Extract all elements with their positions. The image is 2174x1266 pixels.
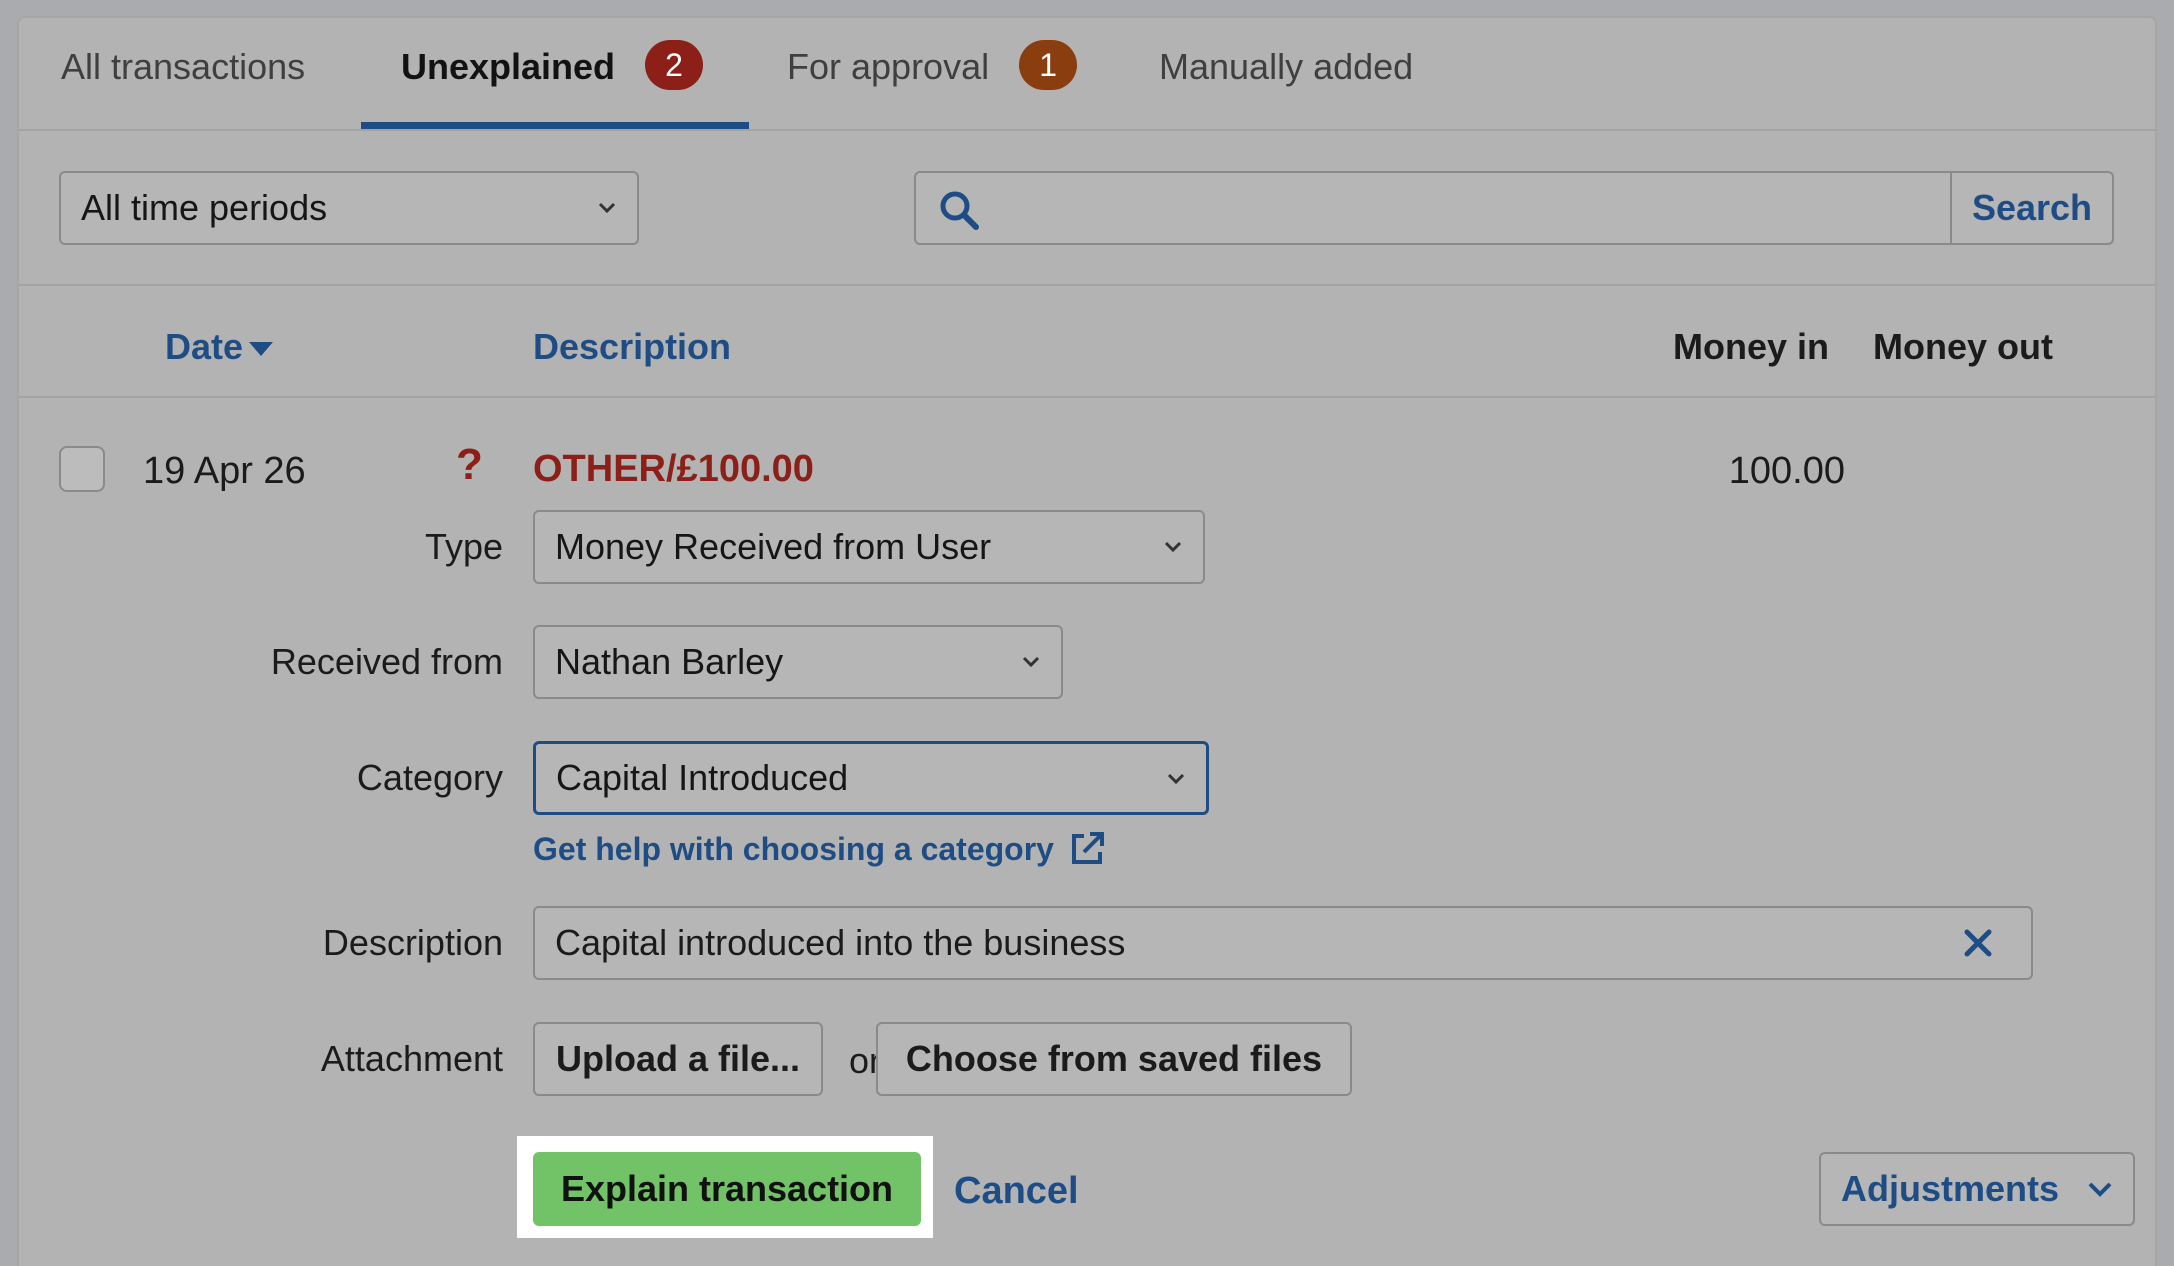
count-badge: 1 bbox=[1019, 40, 1078, 90]
sort-down-icon bbox=[249, 342, 274, 357]
transaction-money-in: 100.00 bbox=[1728, 450, 1845, 492]
time-period-value: All time periods bbox=[81, 187, 328, 228]
filter-row: All time periods Search bbox=[19, 131, 2155, 286]
table-header: Date Description Money in Money out bbox=[19, 286, 2155, 398]
time-period-select[interactable]: All time periods bbox=[59, 171, 639, 245]
chevron-down-icon bbox=[598, 202, 616, 214]
row-checkbox[interactable] bbox=[59, 446, 105, 492]
search-input[interactable] bbox=[996, 173, 1936, 243]
tab-manually-added[interactable]: Manually added bbox=[1159, 46, 1413, 131]
received-from-value: Nathan Barley bbox=[555, 641, 784, 682]
unexplained-status-icon: ? bbox=[456, 440, 483, 489]
description-input[interactable]: Capital introduced into the business bbox=[533, 906, 2033, 980]
date-column-header[interactable]: Date bbox=[165, 326, 274, 368]
tab-label: Unexplained bbox=[401, 46, 616, 87]
money-in-column-header: Money in bbox=[1673, 326, 1830, 367]
clear-icon[interactable] bbox=[1963, 928, 1993, 958]
chevron-down-icon bbox=[1164, 541, 1182, 553]
external-link-icon bbox=[1071, 832, 1104, 864]
transaction-date: 19 Apr 26 bbox=[143, 450, 306, 492]
search-box: Search bbox=[914, 171, 2114, 245]
description-label: Description bbox=[322, 922, 503, 963]
money-out-column-header: Money out bbox=[1873, 326, 2053, 367]
adjustments-button[interactable]: Adjustments bbox=[1819, 1152, 2135, 1226]
attachment-label: Attachment bbox=[320, 1038, 503, 1079]
received-from-label: Received from bbox=[270, 641, 503, 682]
transaction-description: OTHER/£100.00 bbox=[533, 448, 814, 490]
category-help-text: Get help with choosing a category bbox=[533, 830, 1054, 867]
category-select[interactable]: Capital Introduced bbox=[533, 741, 1209, 815]
chevron-down-icon bbox=[1167, 773, 1185, 785]
description-column-header[interactable]: Description bbox=[533, 326, 731, 368]
category-label: Category bbox=[356, 757, 503, 798]
cancel-link[interactable]: Cancel bbox=[954, 1170, 1079, 1213]
adjustments-label: Adjustments bbox=[1841, 1168, 2060, 1209]
tab-label: All transactions bbox=[61, 46, 306, 87]
chevron-down-icon bbox=[2088, 1182, 2112, 1197]
category-help-link[interactable]: Get help with choosing a category bbox=[533, 830, 1106, 868]
transactions-panel: All transactions Unexplained 2 For appro… bbox=[17, 16, 2157, 1266]
tab-all-transactions[interactable]: All transactions bbox=[61, 46, 305, 131]
type-label: Type bbox=[424, 526, 503, 567]
tab-bar: All transactions Unexplained 2 For appro… bbox=[19, 18, 2155, 131]
received-from-select[interactable]: Nathan Barley bbox=[533, 625, 1063, 699]
chevron-down-icon bbox=[1022, 656, 1040, 668]
search-icon bbox=[940, 191, 979, 230]
description-value: Capital introduced into the business bbox=[555, 922, 1126, 963]
date-header-label: Date bbox=[165, 326, 244, 367]
type-select[interactable]: Money Received from User bbox=[533, 510, 1205, 584]
upload-file-button[interactable]: Upload a file... bbox=[533, 1022, 823, 1096]
explain-transaction-button[interactable]: Explain transaction bbox=[533, 1152, 921, 1226]
count-badge: 2 bbox=[645, 40, 704, 90]
tab-unexplained[interactable]: Unexplained 2 bbox=[401, 40, 704, 131]
tab-label: Manually added bbox=[1159, 46, 1414, 87]
category-value: Capital Introduced bbox=[556, 757, 849, 798]
tab-for-approval[interactable]: For approval 1 bbox=[787, 40, 1078, 131]
type-value: Money Received from User bbox=[555, 526, 992, 567]
tab-label: For approval bbox=[787, 46, 990, 87]
active-tab-indicator bbox=[361, 122, 749, 129]
search-button[interactable]: Search bbox=[1950, 173, 2112, 243]
choose-saved-files-button[interactable]: Choose from saved files bbox=[876, 1022, 1352, 1096]
